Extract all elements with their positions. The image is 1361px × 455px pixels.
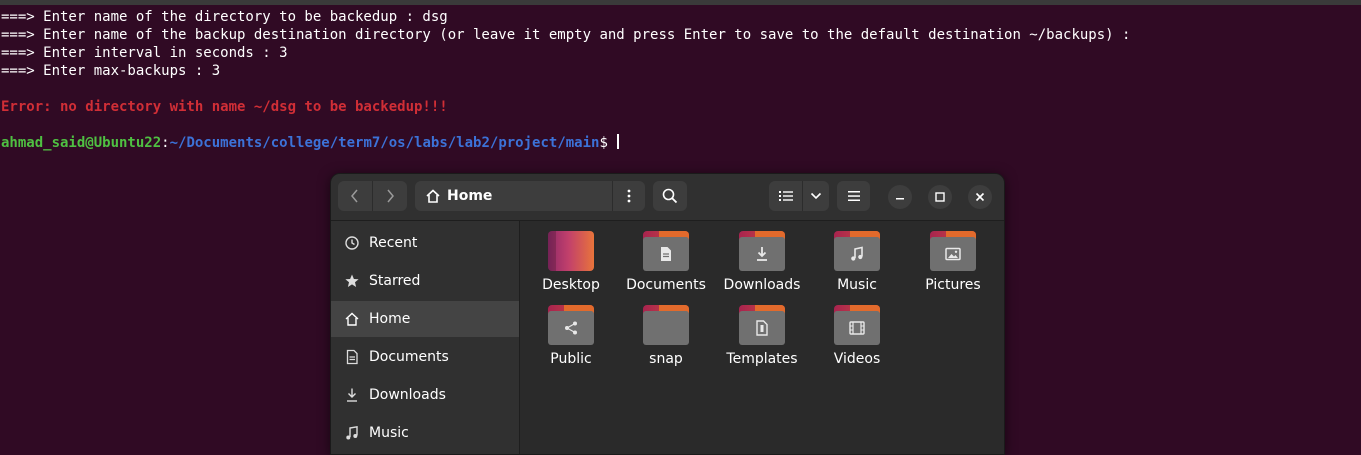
sidebar-item-downloads[interactable]: Downloads <box>331 377 519 413</box>
file-label: Templates <box>726 351 798 367</box>
main-menu-button[interactable] <box>837 181 870 211</box>
forward-button[interactable] <box>373 181 407 211</box>
videos-folder-icon <box>834 305 880 346</box>
file-label: Documents <box>626 277 706 293</box>
file-label: Downloads <box>723 277 801 293</box>
file-item-public[interactable]: Public <box>526 295 616 367</box>
search-icon <box>662 188 678 204</box>
file-grid: Desktop Documents Downloads Music Pictur… <box>520 221 1004 454</box>
file-label: Pictures <box>925 277 981 293</box>
hamburger-menu-icon <box>847 191 860 201</box>
documents-folder-icon <box>643 231 689 272</box>
window-top-edge <box>0 0 1361 5</box>
document-icon <box>344 349 360 365</box>
close-button[interactable] <box>968 185 992 209</box>
path-location-label: Home <box>447 188 493 204</box>
sidebar-item-music[interactable]: Music <box>331 415 519 451</box>
terminal-prompt: ahmad_said@Ubuntu22:~/Documents/college/… <box>0 134 1361 152</box>
sidebar-item-recent[interactable]: Recent <box>331 225 519 261</box>
path-bar[interactable]: Home <box>415 181 645 211</box>
home-icon <box>426 189 440 203</box>
header-bar: Home <box>331 174 1004 221</box>
file-item-snap[interactable]: snap <box>621 295 711 367</box>
desktop-folder-icon <box>548 231 594 272</box>
sidebar-item-home[interactable]: Home <box>331 301 519 337</box>
minimize-button[interactable] <box>888 185 912 209</box>
chevron-right-icon <box>387 189 394 203</box>
file-label: snap <box>649 351 683 367</box>
file-item-music[interactable]: Music <box>812 221 902 293</box>
path-menu-button[interactable] <box>613 181 645 211</box>
sidebar-item-label: Music <box>369 425 409 441</box>
minimize-icon <box>896 198 904 200</box>
file-item-documents[interactable]: Documents <box>621 221 711 293</box>
maximize-button[interactable] <box>928 185 952 209</box>
terminal-line: ===> Enter interval in seconds : 3 <box>1 45 288 61</box>
sidebar-item-label: Starred <box>369 273 421 289</box>
sidebar-item-label: Documents <box>369 349 449 365</box>
star-icon <box>344 273 360 289</box>
sidebar-item-documents[interactable]: Documents <box>331 339 519 375</box>
terminal-cursor <box>617 134 620 149</box>
terminal-error-line: Error: no directory with name ~/dsg to b… <box>1 99 448 115</box>
file-label: Public <box>550 351 592 367</box>
music-folder-icon <box>834 231 880 272</box>
music-icon <box>344 425 360 441</box>
file-item-downloads[interactable]: Downloads <box>717 221 807 293</box>
file-label: Music <box>837 277 877 293</box>
sidebar-item-label: Recent <box>369 235 418 251</box>
back-button[interactable] <box>338 181 372 211</box>
maximize-icon <box>935 192 945 202</box>
prompt-path: ~/Documents/college/term7/os/labs/lab2/p… <box>169 135 600 151</box>
terminal-line: ===> Enter max-backups : 3 <box>1 63 221 79</box>
vertical-dots-icon <box>627 189 631 203</box>
view-options-button[interactable] <box>803 181 829 211</box>
close-icon <box>975 192 985 202</box>
prompt-symbol: $ <box>599 135 617 151</box>
chevron-left-icon <box>351 189 358 203</box>
prompt-colon: : <box>161 135 170 151</box>
terminal-line: ===> Enter name of the directory to be b… <box>1 9 448 25</box>
sidebar: Recent Starred Home Documents Downloads <box>331 221 520 454</box>
search-button[interactable] <box>653 181 687 211</box>
terminal-line: ===> Enter name of the backup destinatio… <box>1 27 1131 43</box>
path-home-button[interactable]: Home <box>415 181 612 211</box>
file-item-videos[interactable]: Videos <box>812 295 902 367</box>
prompt-user: ahmad_said@Ubuntu22 <box>1 135 162 151</box>
clock-icon <box>344 235 360 251</box>
chevron-down-icon <box>810 192 822 200</box>
file-label: Videos <box>833 351 881 367</box>
file-item-pictures[interactable]: Pictures <box>908 221 998 293</box>
pictures-folder-icon <box>930 231 976 272</box>
navigation-buttons <box>338 181 407 211</box>
file-manager-window[interactable]: Home Recent Starred Home Documents Downl… <box>330 173 1005 455</box>
sidebar-item-label: Downloads <box>369 387 446 403</box>
download-icon <box>344 387 360 403</box>
folder-icon <box>643 305 689 346</box>
view-toggle-group <box>769 181 829 211</box>
list-view-icon <box>778 191 793 201</box>
file-item-templates[interactable]: Templates <box>717 295 807 367</box>
home-icon <box>344 311 360 327</box>
sidebar-item-starred[interactable]: Starred <box>331 263 519 299</box>
list-view-button[interactable] <box>769 181 802 211</box>
templates-folder-icon <box>739 305 785 346</box>
downloads-folder-icon <box>739 231 785 272</box>
file-item-desktop[interactable]: Desktop <box>526 221 616 293</box>
public-folder-icon <box>548 305 594 346</box>
file-label: Desktop <box>542 277 600 293</box>
sidebar-item-label: Home <box>369 311 411 327</box>
